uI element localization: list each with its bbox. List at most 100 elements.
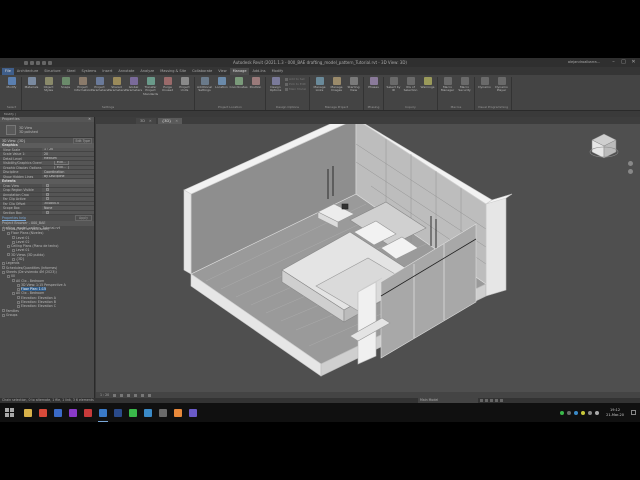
- property-value[interactable]: 20: [42, 152, 94, 156]
- property-value[interactable]: [42, 192, 94, 196]
- expand-toggle-icon[interactable]: [2, 270, 5, 274]
- property-value[interactable]: [42, 197, 94, 201]
- type-selector[interactable]: 3D View 3D polished: [0, 122, 94, 137]
- expand-toggle-icon[interactable]: [12, 279, 15, 283]
- tab-file[interactable]: File: [2, 68, 14, 75]
- tab-view[interactable]: View: [215, 68, 229, 75]
- file-explorer-taskbar-button[interactable]: [22, 407, 34, 419]
- edit-type-button[interactable]: Edit Type: [73, 137, 92, 144]
- expand-toggle-icon[interactable]: [12, 236, 15, 240]
- model-canvas[interactable]: [96, 124, 640, 392]
- select-underlay-icon[interactable]: [495, 399, 498, 402]
- tray-icon[interactable]: [560, 410, 565, 415]
- edge-taskbar-button[interactable]: [142, 407, 154, 419]
- tray-icon[interactable]: [588, 410, 593, 415]
- visual-style-icon[interactable]: [120, 393, 124, 397]
- add-to-set-button[interactable]: Add to Set: [285, 77, 307, 81]
- steering-wheel-icon[interactable]: [627, 161, 633, 166]
- main-model-button[interactable]: Main Model: [285, 87, 307, 91]
- global-parameters-button[interactable]: Global Parameters: [125, 77, 142, 105]
- expand-toggle-icon[interactable]: [2, 313, 5, 317]
- expand-toggle-icon[interactable]: [12, 257, 15, 261]
- filter-icon[interactable]: [500, 399, 503, 402]
- chrome-taskbar-button[interactable]: [37, 407, 49, 419]
- tray-icon[interactable]: [595, 410, 600, 415]
- expand-toggle-icon[interactable]: [7, 231, 10, 235]
- lock-view-icon[interactable]: [148, 393, 152, 397]
- project-parameters-button[interactable]: Project Parameters: [91, 77, 108, 105]
- object-styles-button[interactable]: Object Styles: [41, 77, 56, 105]
- instance-selector[interactable]: 3D View: {3D}: [2, 139, 26, 143]
- expand-toggle-icon[interactable]: [17, 283, 20, 287]
- project-units-button[interactable]: Project Units: [177, 77, 192, 105]
- snaps-button[interactable]: Snaps: [58, 77, 73, 105]
- zoom-icon[interactable]: [627, 169, 633, 174]
- manage-images-button[interactable]: Manage Images: [329, 77, 344, 105]
- detail-level-icon[interactable]: [113, 393, 117, 397]
- additional-settings-button[interactable]: Additional Settings: [197, 77, 212, 105]
- dynamo-player-button[interactable]: Dynamo Player: [494, 77, 509, 105]
- tray-icon[interactable]: [581, 410, 586, 415]
- tab-analyze[interactable]: Analyze: [137, 68, 157, 75]
- word-taskbar-button[interactable]: [52, 407, 64, 419]
- property-value[interactable]: 304800.0: [42, 201, 94, 205]
- photoshop-taskbar-button[interactable]: [112, 407, 124, 419]
- tab-systems[interactable]: Systems: [78, 68, 99, 75]
- tab-collaborate[interactable]: Collaborate: [189, 68, 215, 75]
- property-value[interactable]: None: [42, 206, 94, 210]
- purge-unused-button[interactable]: Purge Unused: [160, 77, 175, 105]
- property-value[interactable]: 1 : 20: [42, 147, 94, 151]
- ids-of-selection-button[interactable]: IDs of Selection: [403, 77, 418, 105]
- expand-toggle-icon[interactable]: [2, 262, 5, 266]
- view-cube[interactable]: [588, 130, 620, 162]
- expand-toggle-icon[interactable]: [2, 266, 5, 270]
- property-value[interactable]: [42, 188, 94, 192]
- property-value[interactable]: [42, 210, 94, 214]
- tab-massing-site[interactable]: Massing & Site: [157, 68, 189, 75]
- transfer-project-standards-button[interactable]: Transfer Project Standards: [143, 77, 158, 105]
- project-information-button[interactable]: Project Information: [74, 77, 91, 105]
- pick-to-edit-button[interactable]: Pick to Edit: [285, 82, 307, 86]
- selection-links-icon[interactable]: [485, 399, 488, 402]
- clock[interactable]: 19:12 21-Mar-20: [606, 408, 624, 417]
- revit-taskbar-button[interactable]: [97, 407, 109, 422]
- checkbox[interactable]: [46, 210, 49, 214]
- expand-toggle-icon[interactable]: [7, 274, 10, 278]
- shadows-icon[interactable]: [134, 393, 138, 397]
- expand-toggle-icon[interactable]: [2, 227, 5, 231]
- start-button[interactable]: [0, 403, 18, 422]
- checkbox[interactable]: [46, 183, 49, 187]
- sun-path-icon[interactable]: [127, 393, 131, 397]
- expand-toggle-icon[interactable]: [2, 309, 5, 313]
- phases-button[interactable]: Phases: [366, 77, 381, 105]
- close-button[interactable]: ✕: [630, 59, 637, 65]
- maximize-button[interactable]: □: [620, 59, 627, 65]
- close-icon[interactable]: ✕: [88, 117, 91, 122]
- edit-button[interactable]: Edit...: [54, 165, 69, 169]
- checkbox[interactable]: [46, 192, 49, 196]
- expand-toggle-icon[interactable]: [12, 240, 15, 244]
- modify-button[interactable]: Modify: [4, 77, 19, 105]
- position-button[interactable]: Position: [248, 77, 263, 105]
- expand-toggle-icon[interactable]: [7, 253, 10, 257]
- property-value[interactable]: Edit...: [42, 161, 94, 165]
- spotify-taskbar-button[interactable]: [127, 407, 139, 419]
- tab-annotate[interactable]: Annotate: [115, 68, 137, 75]
- materials-button[interactable]: Materials: [24, 77, 39, 105]
- minimize-button[interactable]: –: [610, 59, 617, 65]
- browser-node[interactable]: Groups: [0, 313, 94, 317]
- expand-toggle-icon[interactable]: [17, 304, 20, 308]
- manage-links-button[interactable]: Manage Links: [312, 77, 327, 105]
- location-button[interactable]: Location: [214, 77, 229, 105]
- macro-manager-button[interactable]: Macro Manager: [440, 77, 455, 105]
- tray-icon[interactable]: [567, 410, 572, 415]
- expand-toggle-icon[interactable]: [7, 244, 10, 248]
- tab-add-ins[interactable]: Add-Ins: [249, 68, 268, 75]
- property-value[interactable]: Edit...: [42, 165, 94, 169]
- calculator-taskbar-button[interactable]: [157, 407, 169, 419]
- starting-view-button[interactable]: Starting View: [346, 77, 361, 105]
- coordinates-button[interactable]: Coordinates: [230, 77, 248, 105]
- tab-steel[interactable]: Steel: [64, 68, 79, 75]
- onenote-taskbar-button[interactable]: [67, 407, 79, 419]
- notification-icon[interactable]: [631, 410, 636, 415]
